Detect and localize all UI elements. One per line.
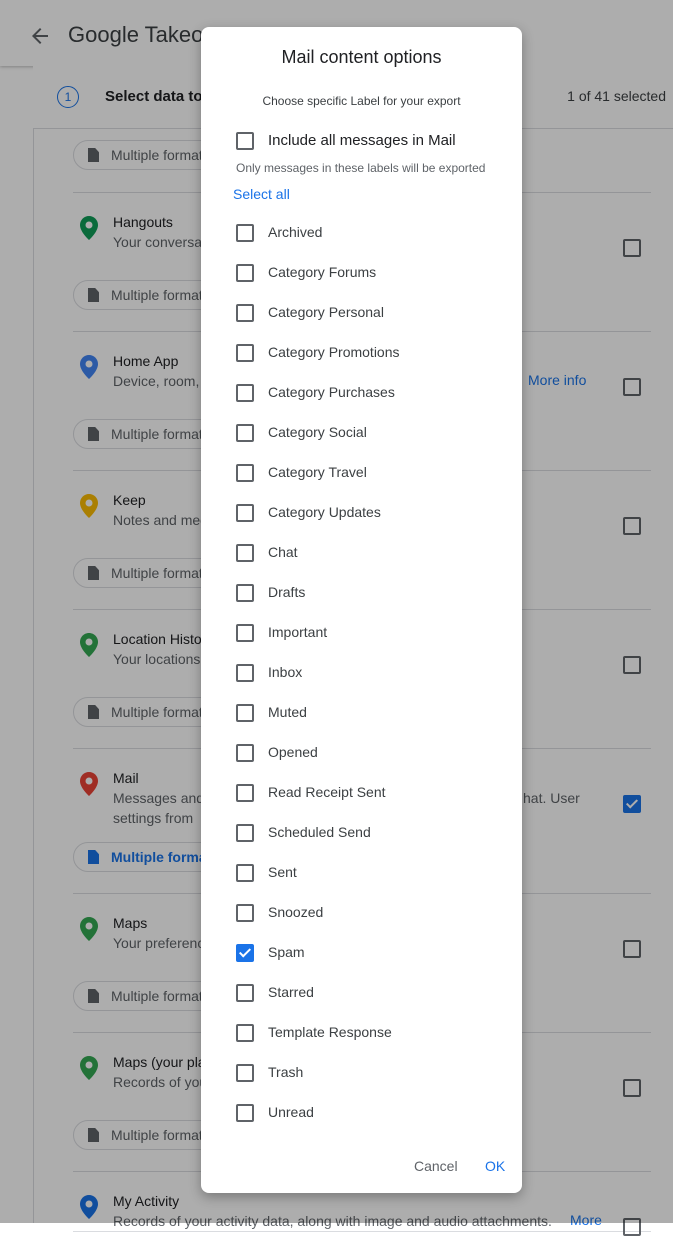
label-text[interactable]: Inbox [268,664,302,680]
label-checkbox[interactable] [236,544,254,562]
label-checkbox[interactable] [236,264,254,282]
label-text[interactable]: Category Updates [268,504,381,520]
label-checkbox[interactable] [236,984,254,1002]
label-checkbox[interactable] [236,224,254,242]
label-checkbox[interactable] [236,304,254,322]
label-text[interactable]: Important [268,624,327,640]
include-all-checkbox[interactable] [236,132,254,150]
label-text[interactable]: Category Personal [268,304,384,320]
label-checkbox[interactable] [236,624,254,642]
label-text[interactable]: Drafts [268,584,305,600]
label-text[interactable]: Category Social [268,424,367,440]
label-text[interactable]: Category Forums [268,264,376,280]
label-text[interactable]: Unread [268,1104,314,1120]
label-checkbox[interactable] [236,704,254,722]
label-text[interactable]: Trash [268,1064,303,1080]
label-text[interactable]: Category Promotions [268,344,400,360]
label-text[interactable]: Opened [268,744,318,760]
include-all-label[interactable]: Include all messages in Mail [268,132,456,149]
label-text[interactable]: Chat [268,544,298,560]
labels-note: Only messages in these labels will be ex… [236,161,486,175]
ok-button[interactable]: OK [485,1158,505,1174]
label-checkbox[interactable] [236,464,254,482]
label-checkbox[interactable] [236,904,254,922]
label-text[interactable]: Template Response [268,1024,392,1040]
label-text[interactable]: Sent [268,864,297,880]
label-checkbox[interactable] [236,664,254,682]
label-checkbox[interactable] [236,944,254,962]
label-text[interactable]: Scheduled Send [268,824,371,840]
label-text[interactable]: Snoozed [268,904,323,920]
label-text[interactable]: Muted [268,704,307,720]
label-checkbox[interactable] [236,584,254,602]
label-text[interactable]: Category Purchases [268,384,395,400]
label-checkbox[interactable] [236,784,254,802]
select-all-link[interactable]: Select all [233,186,290,202]
label-checkbox[interactable] [236,504,254,522]
label-text[interactable]: Read Receipt Sent [268,784,386,800]
label-checkbox[interactable] [236,1104,254,1122]
label-checkbox[interactable] [236,1064,254,1082]
label-text[interactable]: Starred [268,984,314,1000]
dialog-title: Mail content options [281,47,442,67]
label-checkbox[interactable] [236,344,254,362]
label-text[interactable]: Spam [268,944,305,960]
mail-content-options-dialog: Mail content options Choose specific Lab… [201,27,522,1193]
label-checkbox[interactable] [236,744,254,762]
label-text[interactable]: Archived [268,224,322,240]
label-checkbox[interactable] [236,384,254,402]
label-checkbox[interactable] [236,424,254,442]
label-text[interactable]: Category Travel [268,464,367,480]
label-checkbox[interactable] [236,824,254,842]
dialog-subtitle: Choose specific Label for your export [262,94,461,108]
label-checkbox[interactable] [236,864,254,882]
cancel-button[interactable]: Cancel [414,1158,458,1174]
label-checkbox[interactable] [236,1024,254,1042]
